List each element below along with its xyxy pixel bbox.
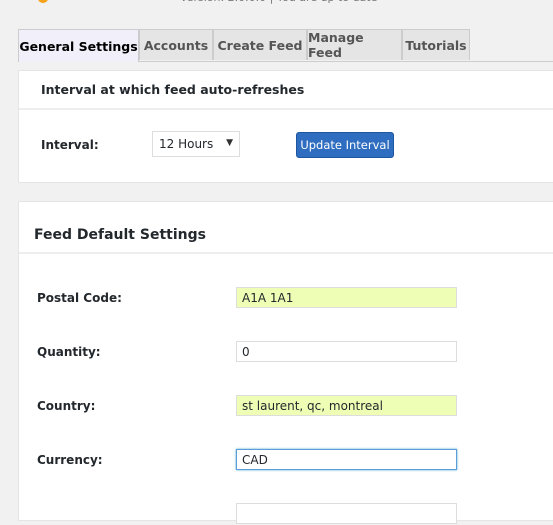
interval-row: Interval: 12 Hours ▼ Update Interval [41, 131, 553, 161]
settings-tabs: General Settings Accounts Create Feed Ma… [18, 29, 553, 62]
feed-default-heading: Feed Default Settings [19, 202, 553, 254]
tab-tutorials[interactable]: Tutorials [402, 29, 470, 60]
dropdown-arrow-icon: ▼ [226, 138, 233, 148]
interval-label: Interval: [41, 138, 99, 152]
country-row: Country: st laurent, qc, montreal [19, 395, 553, 417]
version-status: Version: 2.0.0.0 | You are up to date [180, 0, 377, 4]
country-label: Country: [37, 399, 96, 413]
quantity-input[interactable]: 0 [236, 341, 457, 362]
postal-code-row: Postal Code: A1A 1A1 [19, 287, 553, 309]
plugin-logo-icon [38, 0, 48, 3]
next-field-row [19, 503, 553, 525]
update-interval-button[interactable]: Update Interval [296, 132, 394, 158]
tab-general-settings[interactable]: General Settings [18, 29, 139, 62]
interval-selected-value: 12 Hours [159, 137, 214, 151]
currency-row: Currency: CAD [19, 449, 553, 471]
tab-manage-feed[interactable]: Manage Feed [307, 29, 402, 60]
postal-code-input[interactable]: A1A 1A1 [236, 287, 457, 308]
feed-default-settings-panel: Feed Default Settings Postal Code: A1A 1… [18, 201, 553, 524]
quantity-row: Quantity: 0 [19, 341, 553, 363]
currency-input[interactable]: CAD [236, 449, 457, 470]
next-field-input[interactable] [236, 503, 457, 524]
tab-create-feed[interactable]: Create Feed [213, 29, 307, 60]
quantity-label: Quantity: [37, 345, 101, 359]
interval-panel: Interval at which feed auto-refreshes In… [18, 70, 553, 183]
tab-accounts[interactable]: Accounts [139, 29, 213, 60]
interval-heading: Interval at which feed auto-refreshes [19, 71, 553, 110]
interval-select[interactable]: 12 Hours ▼ [152, 131, 240, 157]
postal-code-label: Postal Code: [37, 291, 122, 305]
currency-label: Currency: [37, 453, 103, 467]
country-input[interactable]: st laurent, qc, montreal [236, 395, 457, 416]
